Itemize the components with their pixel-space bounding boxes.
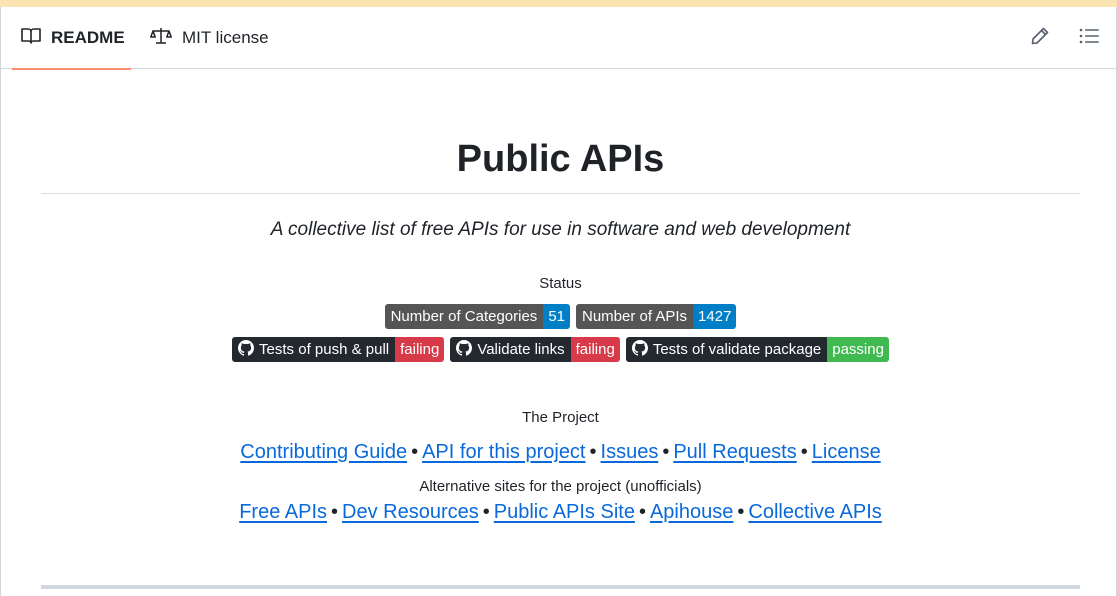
separator: • — [482, 501, 490, 523]
separator: • — [411, 441, 419, 463]
book-icon — [21, 27, 41, 50]
project-links: Contributing Guide • API for this project •… — [41, 441, 1080, 464]
link-free-apis[interactable]: Free APIs — [239, 501, 327, 523]
readme-content: Public APIs A collective list of free AP… — [41, 69, 1080, 589]
badge-label: Number of APIs — [576, 304, 694, 329]
link-collective-apis[interactable]: Collective APIs — [748, 501, 881, 523]
badge-apis[interactable]: Number of APIs 1427 — [576, 304, 737, 329]
badge-label: Number of Categories — [384, 304, 544, 329]
link-issues[interactable]: Issues — [601, 441, 659, 463]
badge-tests-push-pull[interactable]: Tests of push & pull failing — [232, 337, 445, 362]
readme-panel: README MIT license Public APIs A collect… — [0, 7, 1117, 596]
separator: • — [800, 441, 808, 463]
link-dev-resources[interactable]: Dev Resources — [342, 501, 479, 523]
link-public-apis-site[interactable]: Public APIs Site — [494, 501, 635, 523]
badge-label: Tests of push & pull — [259, 341, 390, 358]
list-icon — [1078, 27, 1100, 50]
scale-icon — [150, 27, 172, 50]
outline-button[interactable] — [1076, 25, 1102, 51]
link-license[interactable]: License — [812, 441, 881, 463]
title-divider — [41, 193, 1080, 194]
separator: • — [638, 501, 646, 523]
separator: • — [589, 441, 597, 463]
github-icon — [238, 339, 255, 360]
tab-license-label: MIT license — [182, 28, 269, 47]
status-label: Status — [539, 275, 582, 292]
badge-categories[interactable]: Number of Categories 51 — [384, 304, 570, 329]
tab-license[interactable]: MIT license — [141, 7, 281, 69]
badge-value: failing — [395, 337, 445, 362]
separator: • — [737, 501, 745, 523]
project-label: The Project — [522, 409, 599, 426]
separator: • — [331, 501, 339, 523]
page-title: Public APIs — [456, 138, 665, 180]
badge-value: 1427 — [693, 304, 737, 329]
edit-file-button[interactable] — [1027, 25, 1053, 51]
link-pull-requests[interactable]: Pull Requests — [673, 441, 796, 463]
tab-readme[interactable]: README — [12, 7, 131, 70]
section-divider — [41, 585, 1080, 589]
badge-tests-validate-package[interactable]: Tests of validate package passing — [625, 337, 889, 362]
link-api-for-project[interactable]: API for this project — [422, 441, 585, 463]
badge-validate-links[interactable]: Validate links failing — [450, 337, 620, 362]
subtitle: A collective list of free APIs for use i… — [270, 219, 851, 240]
badge-value: failing — [570, 337, 620, 362]
tab-readme-label: README — [51, 28, 125, 47]
top-notice-strip — [0, 0, 1117, 7]
badge-value: passing — [827, 337, 889, 362]
badge-row-tests: Tests of push & pull failing Validate li… — [41, 337, 1080, 362]
link-apihouse[interactable]: Apihouse — [650, 501, 733, 523]
badge-label: Validate links — [477, 341, 565, 358]
readme-tabbar: README MIT license — [1, 7, 1116, 70]
alternative-links: Free APIs • Dev Resources • Public APIs Site… — [41, 501, 1080, 524]
alternative-sites-label: Alternative sites for the project (unoff… — [419, 478, 702, 495]
github-icon — [456, 339, 473, 360]
badge-label: Tests of validate package — [652, 341, 822, 358]
pencil-icon — [1030, 26, 1050, 51]
badge-value: 51 — [543, 304, 570, 329]
link-contributing-guide[interactable]: Contributing Guide — [240, 441, 407, 463]
badge-row-counts: Number of Categories 51 Number of APIs 1… — [41, 304, 1080, 329]
github-icon — [631, 339, 648, 360]
separator: • — [662, 441, 670, 463]
